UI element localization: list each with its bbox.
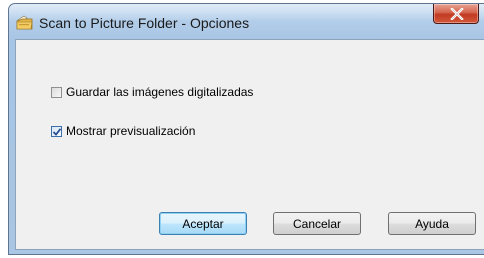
help-button[interactable]: Ayuda [388, 212, 476, 235]
folder-scan-icon [15, 13, 34, 32]
close-x-icon [450, 8, 464, 20]
accept-button[interactable]: Aceptar [159, 212, 247, 235]
dialog-window: Scan to Picture Folder - Opciones Guarda… [8, 3, 484, 255]
show-preview-checkbox[interactable] [51, 125, 62, 137]
cancel-button[interactable]: Cancelar [273, 212, 361, 235]
title-bar[interactable]: Scan to Picture Folder - Opciones [9, 4, 484, 40]
show-preview-label: Mostrar previsualización [66, 124, 196, 138]
save-scans-label: Guardar las imágenes digitalizadas [66, 85, 254, 99]
save-scans-option[interactable]: Guardar las imágenes digitalizadas [51, 85, 253, 99]
window-title: Scan to Picture Folder - Opciones [39, 15, 250, 31]
checkmark-icon [52, 127, 62, 136]
save-scans-checkbox[interactable] [51, 86, 62, 98]
show-preview-option[interactable]: Mostrar previsualización [51, 124, 195, 138]
close-button[interactable] [433, 4, 479, 24]
dialog-client-area: Guardar las imágenes digitalizadas Mostr… [15, 39, 484, 250]
